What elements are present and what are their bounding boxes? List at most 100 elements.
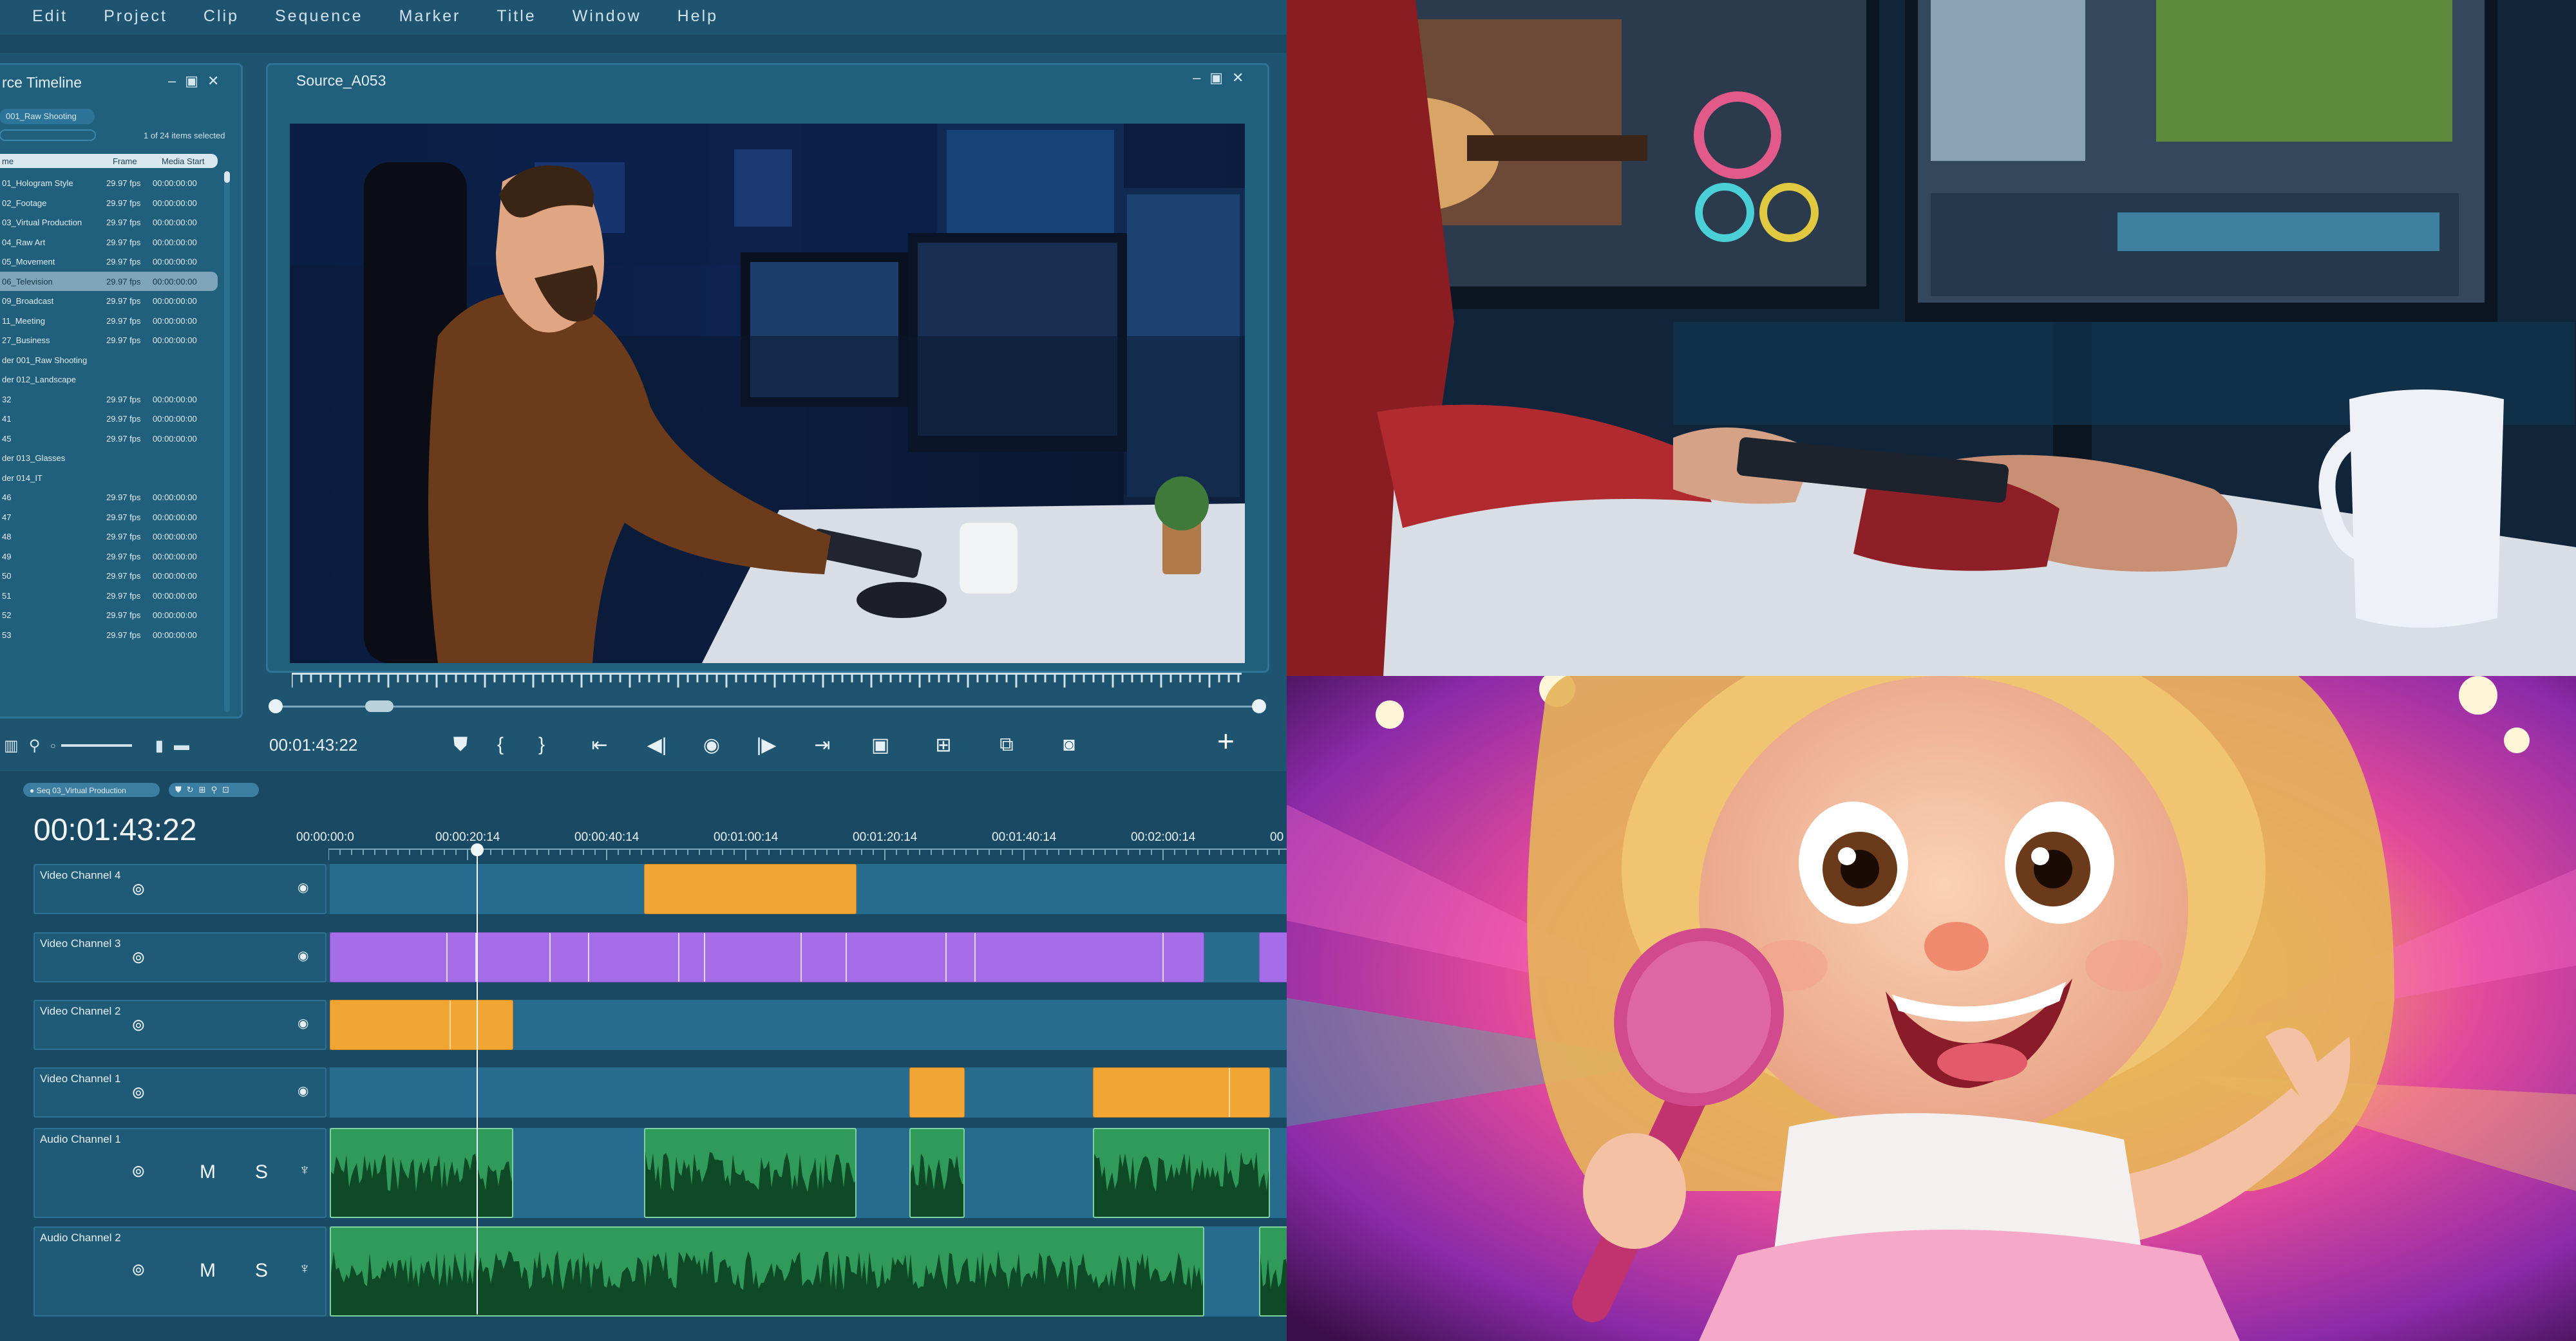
list-view-icon[interactable]: ▥: [4, 736, 19, 755]
playhead-thumb[interactable]: [365, 700, 393, 712]
track-lane[interactable]: [330, 1226, 1291, 1317]
video-preview[interactable]: [290, 124, 1245, 663]
list-item[interactable]: 32 29.97 fps 00:00:00:00: [0, 389, 218, 409]
list-item[interactable]: 46 29.97 fps 00:00:00:00: [0, 487, 218, 507]
media-start-column-header[interactable]: Media Start: [162, 156, 204, 166]
list-item[interactable]: 27_Business 29.97 fps 00:00:00:00: [0, 330, 218, 350]
list-item[interactable]: 49 29.97 fps 00:00:00:00: [0, 547, 218, 567]
track-lane[interactable]: [330, 1128, 1287, 1218]
list-item[interactable]: 51 29.97 fps 00:00:00:00: [0, 586, 218, 606]
step-forward-icon[interactable]: |▶: [753, 734, 779, 756]
mute-button[interactable]: M: [200, 1161, 216, 1183]
track-lane[interactable]: [330, 1000, 1287, 1050]
link-icon[interactable]: ↻: [187, 785, 194, 795]
lock-icon[interactable]: ⊚: [131, 948, 146, 968]
list-item[interactable]: 48 29.97 fps 00:00:00:00: [0, 527, 218, 547]
eye-icon[interactable]: ◉: [298, 1015, 308, 1031]
track-lane[interactable]: [330, 1067, 1287, 1118]
video-clip[interactable]: [644, 864, 857, 914]
go-to-out-icon[interactable]: ⇥: [810, 734, 835, 756]
list-item[interactable]: der 012_Landscape: [0, 370, 218, 389]
mute-button[interactable]: M: [200, 1260, 216, 1282]
menu-project[interactable]: Project: [104, 7, 167, 26]
menu-marker[interactable]: Marker: [399, 7, 461, 26]
video-clip[interactable]: [909, 1067, 965, 1118]
bin-tab[interactable]: 001_Raw Shooting: [0, 109, 95, 124]
track-lane[interactable]: [330, 932, 1291, 982]
step-back-icon[interactable]: ◀|: [644, 734, 670, 756]
play-icon[interactable]: ◉: [699, 734, 724, 756]
audio-clip[interactable]: [909, 1128, 965, 1218]
list-item[interactable]: 02_Footage 29.97 fps 00:00:00:00: [0, 193, 218, 213]
scrollbar[interactable]: [224, 171, 230, 712]
scrollbar-thumb[interactable]: [224, 171, 230, 183]
audio-clip[interactable]: [330, 1128, 513, 1218]
list-item[interactable]: 09_Broadcast 29.97 fps 00:00:00:00: [0, 291, 218, 311]
add-button-icon[interactable]: +: [1217, 724, 1235, 758]
play-in-to-out-icon[interactable]: ▣: [867, 734, 893, 756]
eye-icon[interactable]: ◉: [298, 948, 308, 964]
lock-icon[interactable]: ⊚: [131, 1083, 146, 1103]
microphone-icon[interactable]: ♆: [299, 1161, 310, 1179]
list-item[interactable]: 47 29.97 fps 00:00:00:00: [0, 507, 218, 527]
overwrite-icon[interactable]: ⧉: [994, 734, 1019, 756]
scrub-track[interactable]: [270, 706, 1262, 708]
zoom-icon[interactable]: ⚲: [211, 785, 218, 795]
video-clip[interactable]: [330, 1000, 513, 1050]
in-point-handle[interactable]: [269, 699, 283, 713]
export-frame-icon[interactable]: ◙: [1056, 734, 1082, 756]
audio-clip[interactable]: [330, 1226, 1204, 1317]
solo-button[interactable]: S: [255, 1260, 268, 1282]
close-icon[interactable]: ✕: [1232, 70, 1244, 86]
solo-button[interactable]: S: [255, 1161, 268, 1183]
frame-column-header[interactable]: Frame: [113, 156, 137, 166]
list-item[interactable]: 03_Virtual Production 29.97 fps 00:00:00:0…: [0, 212, 218, 232]
new-item-icon[interactable]: ▮: [155, 736, 164, 755]
minimize-icon[interactable]: –: [1193, 70, 1200, 86]
zoom-slider[interactable]: [61, 744, 132, 747]
list-item[interactable]: 45 29.97 fps 00:00:00:00: [0, 429, 218, 449]
list-item[interactable]: 06_Television 29.97 fps 00:00:00:00: [0, 271, 218, 291]
audio-clip[interactable]: [1093, 1128, 1270, 1218]
list-item[interactable]: 04_Raw Art 29.97 fps 00:00:00:00: [0, 232, 218, 252]
eye-icon[interactable]: ◉: [298, 879, 308, 896]
menu-clip[interactable]: Clip: [204, 7, 239, 26]
list-item[interactable]: 52 29.97 fps 00:00:00:00: [0, 605, 218, 625]
search-input[interactable]: [0, 129, 96, 141]
menu-sequence[interactable]: Sequence: [275, 7, 363, 26]
timeline-playhead[interactable]: [477, 850, 478, 1315]
snap-icon[interactable]: ⊞: [199, 785, 206, 795]
list-item[interactable]: 53 29.97 fps 00:00:00:00: [0, 625, 218, 645]
settings-icon[interactable]: ⊡: [222, 785, 229, 795]
lock-icon[interactable]: ⊚: [131, 1161, 146, 1181]
menu-window[interactable]: Window: [573, 7, 641, 26]
menu-title[interactable]: Title: [497, 7, 536, 26]
list-item[interactable]: 01_Hologram Style 29.97 fps 00:00:00:00: [0, 173, 218, 193]
out-point-handle[interactable]: [1252, 699, 1266, 713]
marker-icon[interactable]: ⛊: [448, 734, 473, 756]
folder-icon[interactable]: ▬: [174, 736, 189, 755]
list-item[interactable]: der 013_Glasses: [0, 448, 218, 468]
lock-icon[interactable]: ⊚: [131, 1015, 146, 1035]
track-lane[interactable]: [330, 864, 1287, 914]
list-item[interactable]: 05_Movement 29.97 fps 00:00:00:00: [0, 252, 218, 272]
menu-edit[interactable]: Edit: [32, 7, 68, 26]
eye-icon[interactable]: ◉: [298, 1083, 308, 1099]
maximize-icon[interactable]: ▣: [185, 73, 198, 89]
audio-clip[interactable]: [644, 1128, 857, 1218]
menu-help[interactable]: Help: [677, 7, 718, 26]
maximize-icon[interactable]: ▣: [1209, 70, 1223, 86]
mark-out-icon[interactable]: }: [529, 734, 554, 756]
name-column-header[interactable]: me: [2, 156, 14, 166]
close-icon[interactable]: ✕: [207, 73, 219, 89]
list-item[interactable]: 50 29.97 fps 00:00:00:00: [0, 566, 218, 586]
mark-in-icon[interactable]: {: [488, 734, 513, 756]
go-to-in-icon[interactable]: ⇤: [587, 734, 612, 756]
list-item[interactable]: 41 29.97 fps 00:00:00:00: [0, 409, 218, 429]
list-item[interactable]: der 014_IT: [0, 468, 218, 488]
video-clip[interactable]: [1093, 1067, 1270, 1118]
list-item[interactable]: der 001_Raw Shooting: [0, 350, 218, 370]
minimize-icon[interactable]: –: [168, 73, 176, 89]
lock-icon[interactable]: ⊚: [131, 879, 146, 899]
video-clip[interactable]: [330, 932, 1204, 982]
